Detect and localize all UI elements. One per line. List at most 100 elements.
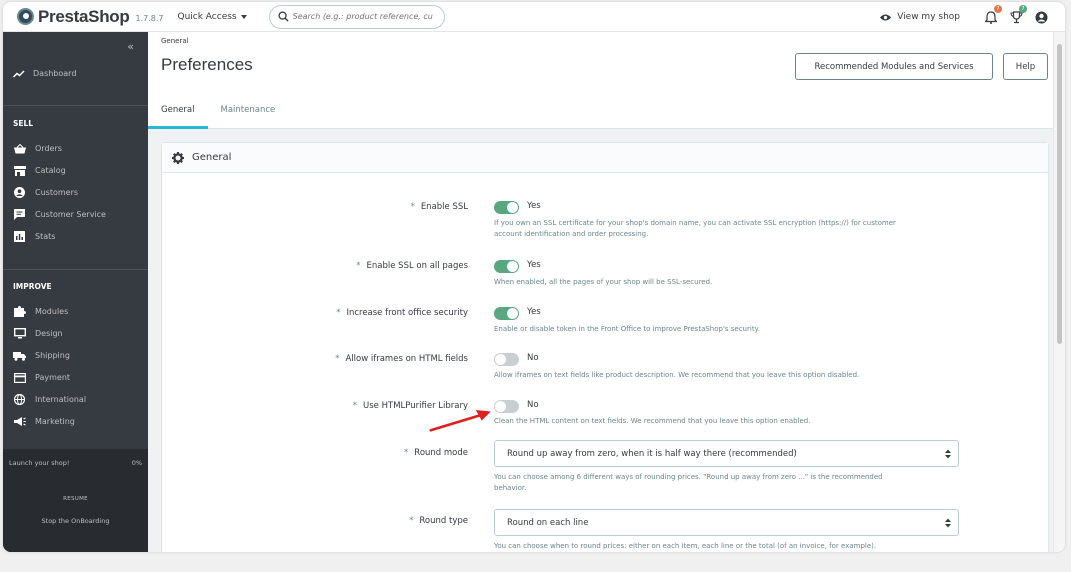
- eye-icon: [880, 13, 892, 21]
- account-button[interactable]: [1033, 9, 1049, 25]
- main-content: General Preferences Recommended Modules …: [148, 32, 1065, 552]
- onboarding-panel: Launch your shop! 0% RESUME Stop the OnB…: [3, 449, 148, 552]
- field-help-text: When enabled, all the pages of your shop…: [494, 278, 713, 286]
- tab-maintenance[interactable]: Maintenance: [208, 90, 289, 129]
- tab-general[interactable]: General: [148, 90, 208, 129]
- sidebar-item-marketing[interactable]: Marketing: [13, 416, 75, 427]
- help-button[interactable]: Help: [1003, 53, 1048, 80]
- toggle-value: Yes: [527, 307, 541, 317]
- select-value: Round up away from zero, when it is half…: [507, 448, 797, 459]
- sidebar-item-label: Dashboard: [33, 69, 77, 78]
- globe-icon: [14, 394, 25, 405]
- sidebar-item-orders[interactable]: Orders: [13, 143, 62, 154]
- browser-frame: PrestaShop 1.7.8.7 Quick Access View my …: [3, 2, 1065, 552]
- collapse-sidebar-icon[interactable]: «: [127, 40, 134, 53]
- round-mode-select[interactable]: Round up away from zero, when it is half…: [494, 440, 959, 467]
- search-input[interactable]: [292, 12, 433, 21]
- sidebar-item-label: Customer Service: [35, 210, 106, 219]
- prestashop-logo-icon: [17, 8, 34, 25]
- section-title-sell: SELL: [13, 119, 34, 128]
- quick-access-label: Quick Access: [177, 11, 237, 22]
- section-title-improve: IMPROVE: [13, 282, 52, 291]
- notification-badge: 7: [994, 5, 1002, 13]
- toggle-value: Yes: [527, 201, 541, 211]
- brand-name: PrestaShop: [38, 6, 130, 26]
- bar-chart-icon: [14, 231, 25, 242]
- view-my-shop-label: View my shop: [897, 12, 960, 22]
- chat-icon: [14, 209, 25, 220]
- field-help-text: Clean the HTML content on text fields. W…: [494, 417, 811, 425]
- puzzle-icon: [13, 306, 26, 317]
- field-help-text: You can choose among 6 different ways of…: [494, 473, 883, 492]
- enable-ssl-all-pages-toggle[interactable]: [494, 260, 519, 273]
- search-icon: [278, 11, 289, 22]
- logo[interactable]: PrestaShop 1.7.8.7: [17, 7, 163, 27]
- sidebar-item-dashboard[interactable]: Dashboard: [13, 69, 76, 78]
- sidebar: « Dashboard SELL Orders Catalog Customer…: [3, 32, 148, 552]
- front-office-security-toggle[interactable]: [494, 307, 519, 320]
- sidebar-item-customer-service[interactable]: Customer Service: [13, 209, 106, 220]
- sidebar-item-international[interactable]: International: [13, 394, 86, 405]
- sidebar-item-shipping[interactable]: Shipping: [13, 350, 70, 361]
- select-value: Round on each line: [507, 517, 589, 528]
- sidebar-item-label: International: [35, 395, 87, 404]
- sidebar-item-label: Orders: [35, 144, 62, 153]
- sidebar-item-modules[interactable]: Modules: [13, 306, 68, 317]
- gear-icon: [172, 151, 184, 164]
- allow-iframes-toggle[interactable]: [494, 353, 519, 366]
- search-box[interactable]: [268, 4, 445, 29]
- sidebar-item-stats[interactable]: Stats: [13, 231, 55, 242]
- toggle-value: No: [527, 353, 539, 363]
- notifications-button[interactable]: 7: [983, 5, 1002, 25]
- field-help-text: Allow iframes on text fields like produc…: [494, 371, 860, 379]
- page-title: Preferences: [161, 55, 253, 74]
- sidebar-item-label: Payment: [35, 373, 71, 382]
- sidebar-item-label: Catalog: [35, 166, 66, 175]
- credit-card-icon: [13, 372, 26, 383]
- enable-ssl-toggle[interactable]: [494, 201, 519, 214]
- field-help-text: If you own an SSL certificate for your s…: [494, 219, 896, 238]
- quick-access-dropdown[interactable]: Quick Access: [177, 11, 247, 22]
- page-scrollbar[interactable]: [1053, 32, 1065, 552]
- sidebar-item-label: Marketing: [35, 417, 75, 426]
- tab-bar: General Maintenance: [148, 90, 288, 129]
- view-my-shop-link[interactable]: View my shop: [879, 12, 960, 22]
- sidebar-item-label: Modules: [35, 307, 69, 316]
- field-label: * Enable SSL on all pages: [356, 261, 468, 271]
- sidebar-item-payment[interactable]: Payment: [13, 372, 70, 383]
- top-header: PrestaShop 1.7.8.7 Quick Access View my …: [3, 2, 1065, 32]
- field-help-text: Enable or disable token in the Front Off…: [494, 325, 760, 333]
- sidebar-item-design[interactable]: Design: [13, 328, 63, 339]
- field-label: * Allow iframes on HTML fields: [335, 354, 468, 364]
- achievement-badge: 7: [1019, 5, 1027, 13]
- toggle-value: No: [527, 400, 539, 410]
- account-circle-icon: [14, 187, 25, 198]
- sidebar-item-catalog[interactable]: Catalog: [13, 165, 66, 176]
- scrollbar-thumb[interactable]: [1057, 44, 1062, 344]
- page-header: General Preferences Recommended Modules …: [148, 32, 1053, 129]
- field-help-text: You can choose when to round prices: eit…: [494, 542, 877, 550]
- version-label: 1.7.8.7: [135, 13, 164, 23]
- recommended-modules-button[interactable]: Recommended Modules and Services: [795, 53, 993, 80]
- round-type-select[interactable]: Round on each line: [494, 509, 959, 536]
- panel-header: General: [162, 143, 1048, 173]
- achievements-button[interactable]: 7: [1008, 5, 1027, 25]
- monitor-icon: [13, 328, 26, 339]
- sidebar-item-label: Customers: [35, 188, 79, 197]
- resume-button[interactable]: RESUME: [3, 496, 148, 502]
- stop-onboarding-link[interactable]: Stop the OnBoarding: [3, 517, 148, 525]
- shopping-basket-icon: [13, 143, 26, 153]
- sidebar-item-customers[interactable]: Customers: [13, 187, 78, 198]
- select-arrows-icon: [945, 518, 951, 528]
- sidebar-item-label: Stats: [35, 232, 56, 241]
- panel-title: General: [192, 152, 232, 163]
- caret-down-icon: [240, 14, 247, 19]
- onboarding-launch-label: Launch your shop!: [9, 459, 70, 467]
- sidebar-divider: [3, 269, 148, 270]
- megaphone-icon: [13, 416, 26, 426]
- truck-icon: [13, 351, 26, 361]
- breadcrumb[interactable]: General: [161, 37, 189, 45]
- sidebar-item-label: Shipping: [35, 351, 70, 360]
- field-label: * Enable SSL: [410, 202, 468, 212]
- annotation-arrow-icon: [429, 410, 491, 432]
